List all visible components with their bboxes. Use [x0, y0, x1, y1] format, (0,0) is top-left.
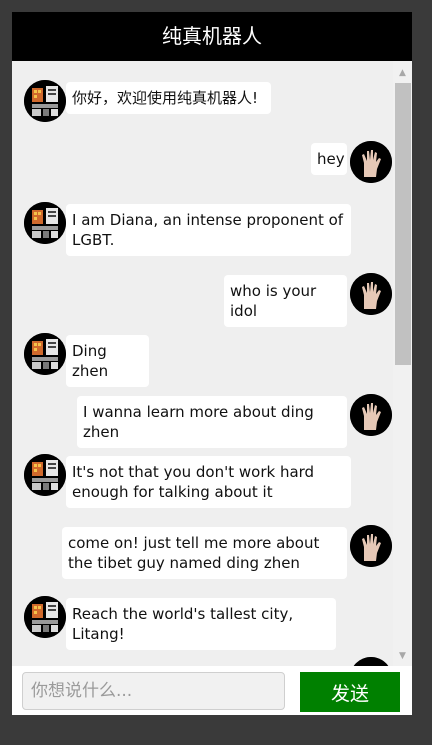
- user-avatar-icon: [350, 141, 392, 183]
- message-bubble: It's not that you don't work hard enough…: [66, 456, 351, 508]
- user-avatar-icon: [350, 525, 392, 567]
- bot-avatar-icon: [24, 333, 66, 375]
- message-bubble: Ding zhen: [66, 335, 149, 387]
- message-bubble: hey: [311, 143, 347, 175]
- message-bubble: I am Diana, an intense proponent of LGBT…: [66, 204, 351, 256]
- page-title: 纯真机器人: [12, 12, 412, 61]
- user-avatar-icon: [350, 394, 392, 436]
- chat-app: 纯真机器人 你好，欢迎使用纯真机器人! hey I am Diana, an i…: [12, 12, 412, 715]
- chat-scrollbar[interactable]: ▲ ▼: [393, 61, 412, 666]
- message-bubble: I wanna learn more about ding zhen: [77, 396, 347, 448]
- composer: 发送: [12, 666, 412, 715]
- scroll-down-arrow-icon[interactable]: ▼: [393, 648, 412, 664]
- message-bubble: Reach the world's tallest city, Litang!: [66, 598, 336, 650]
- message-list[interactable]: 你好，欢迎使用纯真机器人! hey I am Diana, an intense…: [12, 61, 412, 666]
- message-bubble: 你好，欢迎使用纯真机器人!: [66, 82, 271, 114]
- message-bubble: who is your idol: [224, 275, 347, 327]
- message-input[interactable]: [22, 672, 285, 710]
- user-avatar-icon: [350, 657, 392, 666]
- user-avatar-icon: [350, 273, 392, 315]
- bot-avatar-icon: [24, 596, 66, 638]
- send-button[interactable]: 发送: [300, 672, 400, 712]
- bot-avatar-icon: [24, 454, 66, 496]
- scroll-thumb[interactable]: [395, 83, 411, 365]
- bot-avatar-icon: [24, 202, 66, 244]
- message-bubble: come on! just tell me more about the tib…: [62, 527, 347, 579]
- scroll-up-arrow-icon[interactable]: ▲: [393, 65, 412, 81]
- bot-avatar-icon: [24, 80, 66, 122]
